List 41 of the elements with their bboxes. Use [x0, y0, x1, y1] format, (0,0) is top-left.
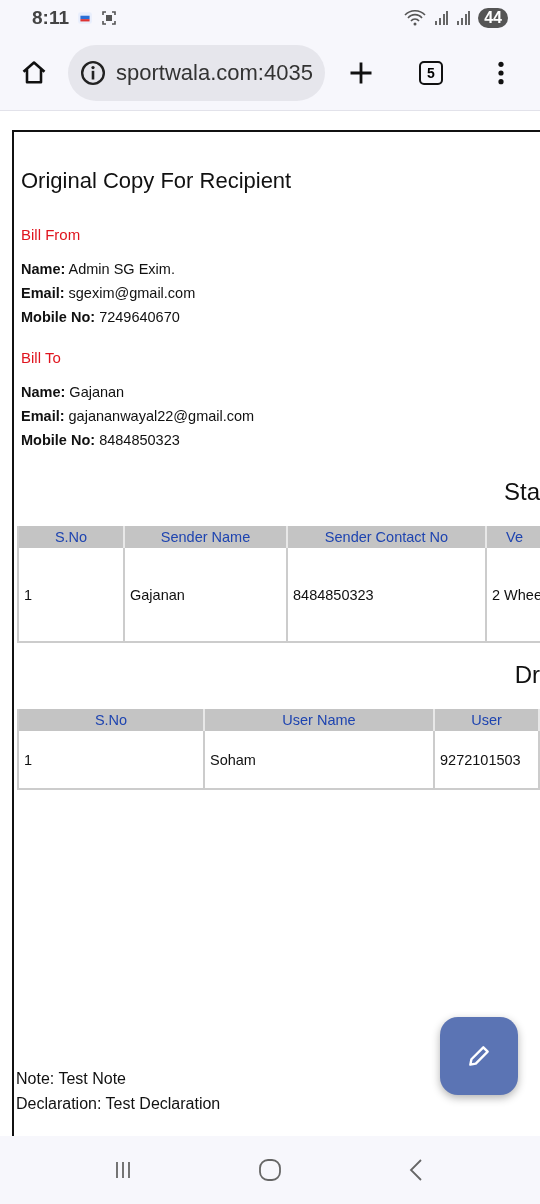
wifi-icon: [404, 10, 427, 26]
info-line: Email: sgexim@gmail.com: [21, 284, 197, 303]
note-line: Note: Test Note: [16, 1069, 126, 1089]
info-line: Email: gajananwayal22@gmail.com: [21, 407, 256, 426]
signal-icon: [434, 11, 449, 25]
screenshot-icon: [101, 10, 117, 26]
note-line: Declaration: Test Declaration: [16, 1094, 221, 1114]
info-line: Name: Gajanan: [21, 383, 126, 402]
clock-time: 8:11: [32, 7, 69, 29]
pencil-icon: [466, 1043, 492, 1069]
info-line: Mobile No: 8484850323: [21, 431, 181, 450]
column-header: Sender Contact No: [288, 526, 487, 548]
document-title: Original Copy For Recipient: [21, 168, 293, 194]
address-bar[interactable]: sportwala.com:4035: [68, 45, 325, 101]
column-header: S.No: [19, 709, 205, 731]
notification-icon: [77, 10, 93, 26]
section-heading: Bill From: [21, 226, 82, 243]
table-cell: Gajanan: [125, 548, 288, 641]
signal-icon: [456, 11, 471, 25]
column-header: Sender Name: [125, 526, 288, 548]
table-heading: Sta: [503, 478, 540, 507]
home-icon[interactable]: [20, 59, 48, 87]
tab-count-button[interactable]: 5: [418, 61, 443, 85]
battery-indicator: 44: [478, 8, 508, 28]
column-header: Ve: [487, 526, 540, 548]
table-cell: 8484850323: [288, 548, 487, 641]
column-header: S.No: [19, 526, 125, 548]
menu-icon[interactable]: [496, 60, 505, 86]
column-header: User: [435, 709, 540, 731]
table-cell: 1: [19, 548, 125, 641]
info-icon[interactable]: [80, 60, 106, 86]
table-cell: Soham: [205, 731, 435, 788]
table-cell: 1: [19, 731, 205, 788]
table-cell: 9272101503: [435, 731, 540, 788]
info-line: Name: Admin SG Exim.: [21, 260, 176, 279]
url-text: sportwala.com:4035: [116, 60, 313, 86]
edit-button[interactable]: [440, 1017, 518, 1095]
info-line: Mobile No: 7249640670: [21, 308, 181, 327]
column-header: User Name: [205, 709, 435, 731]
table-heading: Dr: [514, 661, 540, 690]
section-heading: Bill To: [21, 349, 62, 366]
